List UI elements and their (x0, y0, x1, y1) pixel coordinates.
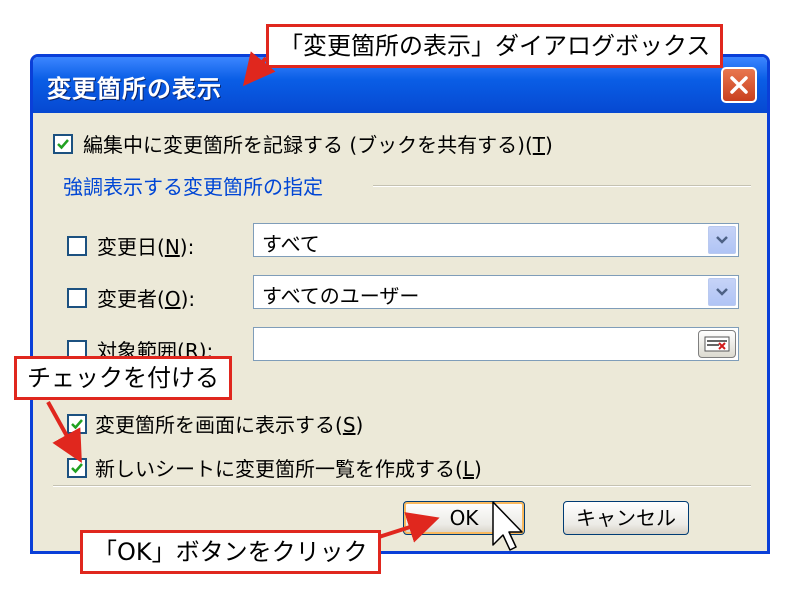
when-checkbox[interactable] (67, 235, 87, 256)
who-dropdown-button[interactable] (708, 278, 736, 306)
dialog-callout: 「変更箇所の表示」ダイアログボックス (266, 24, 724, 68)
list-new-sheet-label: 新しいシートに変更箇所一覧を作成する(L) (95, 457, 482, 481)
dialog-title: 変更箇所の表示 (47, 75, 222, 103)
ok-button[interactable]: OK (403, 501, 525, 535)
dialog-body: 編集中に変更箇所を記録する (ブックを共有する)(T) 強調表示する変更箇所の指… (33, 113, 767, 551)
who-value: すべてのユーザー (262, 284, 420, 308)
range-select-icon (704, 336, 730, 352)
group-title: 強調表示する変更箇所の指定 (63, 175, 323, 199)
check-callout: チェックを付ける (14, 356, 232, 400)
chevron-down-icon (716, 288, 728, 296)
close-button[interactable] (721, 67, 757, 103)
checkmark-icon (57, 138, 69, 149)
dialog-window: 変更箇所の表示 編集中に変更箇所を記録する (ブックを共有する)(T) 強調表示… (30, 54, 770, 554)
list-new-sheet-checkbox[interactable] (67, 457, 87, 478)
section-divider (53, 485, 751, 487)
where-field[interactable] (253, 327, 739, 361)
when-option[interactable]: 変更日(N): (67, 231, 194, 260)
track-changes-label: 編集中に変更箇所を記録する (ブックを共有する)(T) (83, 133, 553, 157)
track-changes-option[interactable]: 編集中に変更箇所を記録する (ブックを共有する)(T) (53, 129, 553, 158)
checkmark-icon (71, 418, 83, 429)
group-divider (373, 185, 751, 187)
when-combo[interactable]: すべて (253, 223, 739, 257)
highlight-onscreen-checkbox[interactable] (67, 413, 87, 434)
when-value: すべて (262, 232, 320, 256)
highlight-onscreen-option[interactable]: 変更箇所を画面に表示する(S) (67, 409, 363, 438)
chevron-down-icon (716, 236, 728, 244)
when-dropdown-button[interactable] (708, 226, 736, 254)
highlight-onscreen-label: 変更箇所を画面に表示する(S) (95, 413, 364, 437)
range-select-button[interactable] (698, 330, 736, 358)
who-label: 変更者(O): (97, 287, 196, 311)
list-new-sheet-option[interactable]: 新しいシートに変更箇所一覧を作成する(L) (67, 453, 482, 482)
when-label: 変更日(N): (97, 235, 195, 259)
who-combo[interactable]: すべてのユーザー (253, 275, 739, 309)
ok-callout: 「OK」ボタンをクリック (80, 530, 381, 574)
who-option[interactable]: 変更者(O): (67, 283, 195, 312)
close-icon (730, 76, 748, 94)
cancel-button[interactable]: キャンセル (563, 501, 689, 535)
track-changes-checkbox[interactable] (53, 133, 73, 154)
checkmark-icon (71, 462, 83, 473)
who-checkbox[interactable] (67, 287, 87, 308)
